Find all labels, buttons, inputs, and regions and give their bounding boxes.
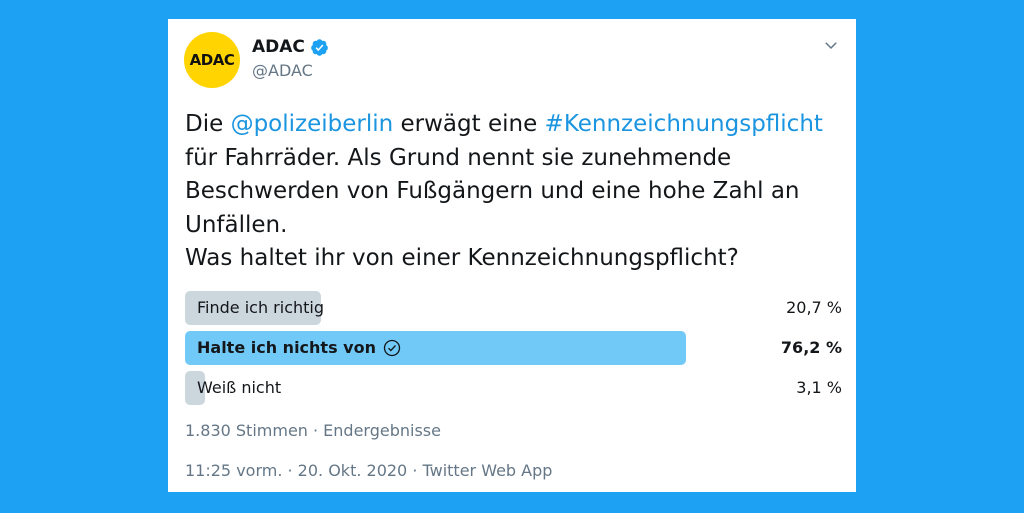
poll-option-text: Halte ich nichts von — [197, 338, 376, 357]
tweet-text-segment: für Fahrräder. Als Grund nennt sie zuneh… — [185, 144, 800, 238]
poll-option-label: Finde ich richtig — [197, 291, 324, 325]
tweet-card: ADAC ADAC @ADAC Die @polizeiberlin erwäg… — [168, 19, 856, 492]
poll-option: Weiß nicht 3,1 % — [185, 371, 842, 405]
hashtag-link[interactable]: #Kennzeichnungspflicht — [545, 111, 823, 137]
tweet-text-segment: erwägt eine — [393, 111, 545, 137]
poll-option-label: Halte ich nichts von — [197, 331, 402, 365]
tweet-text-segment: Die — [185, 111, 231, 137]
tweet-question: Was haltet ihr von einer Kennzeichnungsp… — [185, 245, 739, 271]
check-circle-icon — [383, 339, 401, 357]
poll-option-percent: 76,2 % — [780, 338, 842, 357]
mention-link[interactable]: @polizeiberlin — [231, 111, 394, 137]
poll-meta: 1.830 Stimmen · Endergebnisse — [185, 421, 441, 440]
avatar[interactable]: ADAC — [184, 32, 240, 88]
poll-option: Halte ich nichts von 76,2 % — [185, 331, 842, 365]
poll-option-percent: 3,1 % — [796, 378, 842, 397]
poll-option-text: Weiß nicht — [197, 378, 282, 397]
poll-option-label: Weiß nicht — [197, 371, 281, 405]
tweet-timestamp[interactable]: 11:25 vorm. · 20. Okt. 2020 · Twitter We… — [185, 461, 552, 480]
tweet-text: Die @polizeiberlin erwägt eine #Kennzeic… — [185, 108, 845, 276]
poll-option: Finde ich richtig 20,7 % — [185, 291, 842, 325]
poll-option-percent: 20,7 % — [786, 298, 842, 317]
chevron-down-icon[interactable] — [822, 36, 840, 54]
poll: Finde ich richtig 20,7 % Halte ich nicht… — [185, 291, 842, 411]
poll-option-text: Finde ich richtig — [197, 298, 325, 317]
author-name-row[interactable]: ADAC — [252, 37, 329, 57]
user-handle[interactable]: @ADAC — [252, 61, 313, 80]
display-name[interactable]: ADAC — [252, 37, 305, 57]
verified-badge-icon — [311, 38, 328, 56]
avatar-logo-text: ADAC — [189, 51, 235, 69]
